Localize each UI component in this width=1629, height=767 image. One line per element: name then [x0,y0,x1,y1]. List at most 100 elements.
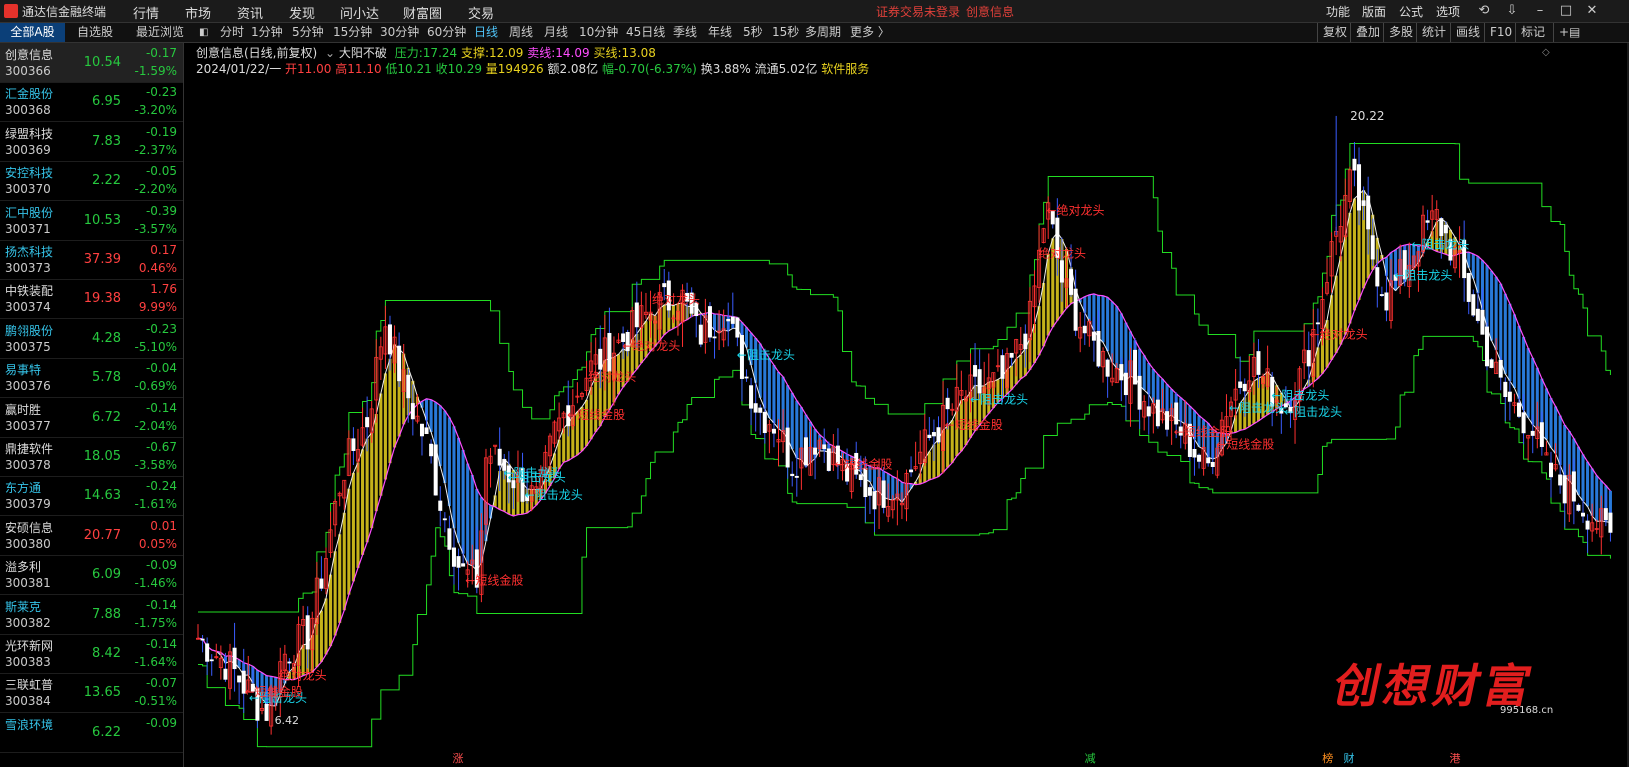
band-long-line [197,243,1611,681]
stock-row[interactable]: 光环新网 300383 8.42 -0.14 -1.64% [0,634,183,674]
menu-market[interactable]: 市场 [185,3,211,22]
stock-row[interactable]: 中铁装配 300374 19.38 1.76 9.99% [0,279,183,320]
stock-change: -0.14 [145,637,177,651]
stock-row[interactable]: 安硕信息 300380 20.77 0.01 0.05% [0,516,183,556]
tab-period-0[interactable]: 分时 [220,23,244,42]
stock-row[interactable]: 易事特 300376 5.78 -0.04 -0.69% [0,358,183,399]
candle-body [232,647,237,670]
stock-row[interactable]: 赢时胜 300377 6.72 -0.14 -2.04% [0,398,183,438]
tab-period-10[interactable]: 45日线 [626,23,665,42]
menu-functions[interactable]: 功能 [1326,3,1350,20]
stock-row[interactable]: 雪浪环境 6.22 -0.09 [0,713,183,753]
stock-row[interactable]: 安控科技 300370 2.22 -0.05 -2.20% [0,161,183,202]
panel-toggle-icon[interactable]: ◧ [199,23,208,42]
tool-overlay[interactable]: 叠加 [1350,23,1385,42]
stock-change: -0.23 [145,85,177,100]
stock-price: 8.42 [92,646,121,661]
menu-layout[interactable]: 版面 [1362,3,1386,20]
bar-float: 流通5.02亿 [754,62,818,76]
stock-name: 安硕信息 [5,520,54,535]
stock-row[interactable]: 创意信息 300366 10.54 -0.17 -1.59% [0,43,183,83]
tab-period-8[interactable]: 月线 [544,23,568,42]
candle-body [1549,462,1554,478]
menu-options[interactable]: 选项 [1436,3,1460,20]
candle-body [1165,411,1170,430]
stock-row[interactable]: 绿盟科技 300369 7.83 -0.19 -2.37% [0,122,183,162]
stock-row[interactable]: 汇中股份 300371 10.53 -0.39 -3.57% [0,201,183,241]
candle-body [1585,520,1590,530]
stock-row[interactable]: 溢多利 300381 6.09 -0.09 -1.46% [0,555,183,596]
candle-body [319,578,324,589]
stock-name: 鹏翎股份 [5,323,54,338]
candle-body [351,438,356,451]
candle-body [973,365,978,377]
tab-period-5[interactable]: 60分钟 [427,23,466,42]
close-icon[interactable]: ✕ [1583,3,1601,18]
tool-adjust[interactable]: 复权 [1317,23,1352,42]
candle-body [1576,504,1581,511]
menu-trade[interactable]: 交易 [468,3,494,22]
tab-period-15[interactable]: 多周期 [805,23,841,42]
stock-row[interactable]: 东方通 300379 14.63 -0.24 -1.61% [0,476,183,517]
indicator-dropdown-icon[interactable]: ⌄ [325,46,335,60]
menu-news[interactable]: 资讯 [237,3,263,22]
bar-high: 高11.10 [335,62,382,76]
tab-period-13[interactable]: 5秒 [743,23,763,42]
stock-row[interactable]: 鼎捷软件 300378 18.05 -0.67 -3.58% [0,437,183,477]
candle-body [1361,200,1366,206]
tab-period-1[interactable]: 1分钟 [251,23,283,42]
candle-body [1155,399,1160,427]
more-tools-icon[interactable]: +▤ [1553,23,1585,42]
tab-period-7[interactable]: 周线 [509,23,533,42]
stock-row[interactable]: 汇金股份 300368 6.95 -0.23 -3.20% [0,82,183,123]
tab-recent[interactable]: 最近浏览 [125,23,195,42]
tab-watchlist[interactable]: 自选股 [65,23,125,42]
indicator-name[interactable]: 大阳不破 [339,46,387,60]
tool-f10[interactable]: F10 [1484,23,1517,42]
bar-close: 收10.29 [435,62,482,76]
stock-price: 6.22 [92,724,121,740]
restore-icon[interactable]: ⇩ [1503,3,1521,18]
candle-body [451,547,456,567]
tool-mark[interactable]: 标记 [1515,23,1550,42]
candle-body [1192,448,1197,458]
candle-body [867,487,872,496]
login-status[interactable]: 证券交易未登录 [876,3,960,20]
candle-body [1558,474,1563,486]
signal-label: ←阻击龙头 [1394,268,1452,282]
candle-body [1206,457,1211,464]
tab-period-12[interactable]: 年线 [708,23,732,42]
candle-body [305,615,310,650]
stock-code: 300366 [5,64,51,78]
menu-market-quotes[interactable]: 行情 [133,3,159,22]
stock-row[interactable]: 鹏翎股份 300375 4.28 -0.23 -5.10% [0,319,183,359]
menu-discover[interactable]: 发现 [289,3,315,22]
stock-code: 300369 [5,142,51,157]
tab-period-14[interactable]: 15秒 [772,23,799,42]
tab-period-16[interactable]: 更多 〉 [850,23,890,42]
stock-row[interactable]: 斯莱克 300382 7.88 -0.14 -1.75% [0,595,183,635]
tab-period-2[interactable]: 5分钟 [292,23,324,42]
menu-ask[interactable]: 问小达 [340,3,379,22]
stock-row[interactable]: 三联虹普 300384 13.65 -0.07 -0.51% [0,673,183,714]
tool-multi-stock[interactable]: 多股 [1383,23,1418,42]
tab-period-6[interactable]: 日线 [474,23,498,42]
stock-row[interactable]: 扬杰科技 300373 37.39 0.17 0.46% [0,240,183,280]
candle-body [1023,333,1028,350]
refresh-icon[interactable]: ⟲ [1475,3,1493,18]
tab-period-11[interactable]: 季线 [673,23,697,42]
tool-draw-line[interactable]: 画线 [1450,23,1485,42]
menu-community[interactable]: 财富圈 [403,3,442,22]
candle-body [977,369,982,394]
tool-statistics[interactable]: 统计 [1416,23,1451,42]
tab-all-a-shares[interactable]: 全部A股 [0,23,65,42]
menu-formula[interactable]: 公式 [1399,3,1423,20]
minimize-icon[interactable]: – [1531,3,1549,18]
tab-period-3[interactable]: 15分钟 [333,23,372,42]
candle-body [1443,224,1448,234]
maximize-icon[interactable]: □ [1557,3,1575,18]
tab-period-4[interactable]: 30分钟 [380,23,419,42]
tab-period-9[interactable]: 10分钟 [579,23,618,42]
stock-code: 300370 [5,182,51,197]
stock-change-pct: -1.46% [134,576,177,591]
